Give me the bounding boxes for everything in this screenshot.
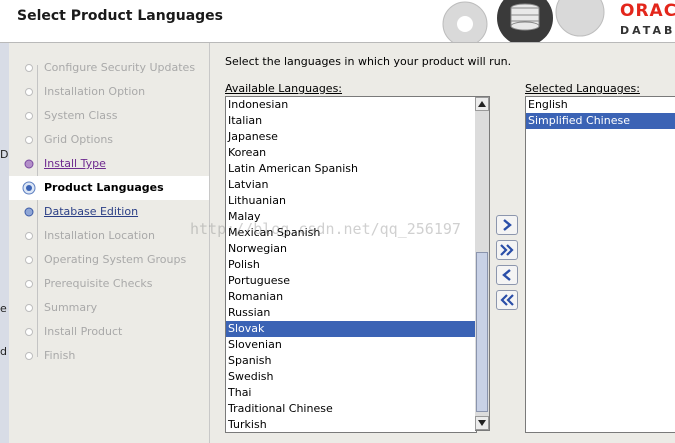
step-label: Installation Option — [44, 85, 146, 98]
step-install-type[interactable]: Install Type — [9, 152, 209, 176]
step-operating-system-groups: Operating System Groups — [9, 248, 209, 272]
edge-char: d — [0, 345, 7, 358]
arrow-down-icon — [478, 420, 486, 426]
background-window-edge: D e d — [0, 43, 9, 443]
step-pending-icon — [25, 88, 33, 96]
step-installation-location: Installation Location — [9, 224, 209, 248]
list-item[interactable]: Italian — [226, 113, 476, 129]
move-all-right-button[interactable] — [496, 240, 518, 260]
list-item[interactable]: Slovak — [226, 321, 476, 337]
step-pending-icon — [25, 328, 33, 336]
step-grid-options: Grid Options — [9, 128, 209, 152]
step-pending-icon — [25, 352, 33, 360]
step-pending-icon — [25, 136, 33, 144]
list-item[interactable]: Swedish — [226, 369, 476, 385]
gears-graphic-icon — [430, 0, 605, 42]
list-item[interactable]: Slovenian — [226, 337, 476, 353]
edge-char: e — [0, 302, 7, 315]
list-item[interactable]: Traditional Chinese — [226, 401, 476, 417]
scrollbar-thumb[interactable] — [476, 252, 488, 412]
move-left-button[interactable] — [496, 265, 518, 285]
list-item[interactable]: Korean — [226, 145, 476, 161]
scroll-up-button[interactable] — [475, 97, 489, 111]
list-item[interactable]: Indonesian — [226, 97, 476, 113]
logo-sub-text: DATAB — [620, 24, 675, 37]
step-install-product: Install Product — [9, 320, 209, 344]
list-item[interactable]: Polish — [226, 257, 476, 273]
available-list-scrollbar[interactable] — [475, 96, 490, 431]
double-chevron-left-icon — [500, 294, 514, 306]
move-all-left-button[interactable] — [496, 290, 518, 310]
step-configure-security-updates: Configure Security Updates — [9, 56, 209, 80]
main-panel: Select the languages in which your produ… — [210, 43, 675, 443]
available-languages-list[interactable]: Indonesian Italian Japanese Korean Latin Ame… — [225, 96, 477, 433]
list-item[interactable]: Norwegian — [226, 241, 476, 257]
step-label: System Class — [44, 109, 118, 122]
arrow-up-icon — [478, 101, 486, 107]
step-label: Grid Options — [44, 133, 114, 146]
list-item[interactable]: Russian — [226, 305, 476, 321]
edge-char: D — [0, 148, 9, 161]
step-database-edition[interactable]: Database Edition — [9, 200, 209, 224]
step-finish: Finish — [9, 344, 209, 368]
step-pending-icon — [25, 304, 33, 312]
step-system-class: System Class — [9, 104, 209, 128]
list-item[interactable]: Spanish — [226, 353, 476, 369]
step-pending-icon — [25, 64, 33, 72]
step-pending-icon — [25, 112, 33, 120]
chevron-left-icon — [502, 269, 511, 281]
step-summary: Summary — [9, 296, 209, 320]
step-navigation: Configure Security Updates Installation O… — [9, 43, 210, 443]
logo-brand-text: ORAC — [620, 1, 675, 21]
step-label: Prerequisite Checks — [44, 277, 153, 290]
list-item[interactable]: Turkish — [226, 417, 476, 432]
chevron-right-icon — [503, 219, 512, 231]
step-label: Install Product — [44, 325, 123, 338]
available-languages-label: Available Languages: — [225, 82, 343, 95]
step-label: Finish — [44, 349, 76, 362]
step-product-languages: Product Languages — [9, 176, 209, 200]
window-title: Select Product Languages — [17, 8, 223, 24]
step-pending-icon — [25, 280, 33, 288]
step-label: Operating System Groups — [44, 253, 187, 266]
list-item[interactable]: Malay — [226, 209, 476, 225]
step-label: Install Type — [44, 157, 106, 170]
list-item[interactable]: English — [526, 97, 675, 113]
step-label: Summary — [44, 301, 98, 314]
step-label: Installation Location — [44, 229, 155, 242]
move-right-button[interactable] — [496, 215, 518, 235]
list-item[interactable]: Lithuanian — [226, 193, 476, 209]
step-label: Database Edition — [44, 205, 139, 218]
step-current-icon — [22, 181, 36, 195]
list-item[interactable]: Portuguese — [226, 273, 476, 289]
list-item[interactable]: Japanese — [226, 129, 476, 145]
list-item[interactable]: Thai — [226, 385, 476, 401]
list-item[interactable]: Latin American Spanish — [226, 161, 476, 177]
list-item[interactable]: Mexican Spanish — [226, 225, 476, 241]
step-pending-icon — [25, 256, 33, 264]
list-item[interactable]: Simplified Chinese — [526, 113, 675, 129]
step-prerequisite-checks: Prerequisite Checks — [9, 272, 209, 296]
step-label: Configure Security Updates — [44, 61, 196, 74]
scroll-down-button[interactable] — [475, 416, 489, 430]
list-item[interactable]: Romanian — [226, 289, 476, 305]
selected-languages-list[interactable]: English Simplified Chinese — [525, 96, 675, 433]
instruction-text: Select the languages in which your produ… — [225, 55, 512, 68]
step-done-icon — [24, 159, 34, 169]
double-chevron-right-icon — [500, 244, 514, 256]
step-pending-icon — [25, 232, 33, 240]
step-installation-option: Installation Option — [9, 80, 209, 104]
list-item[interactable]: Latvian — [226, 177, 476, 193]
selected-languages-label: Selected Languages: — [525, 82, 640, 95]
oracle-logo: ORAC DATAB — [616, 0, 675, 42]
step-label: Product Languages — [44, 181, 164, 194]
header-banner: Select Product Languages ORAC DATAB — [0, 0, 675, 43]
step-link-icon — [24, 207, 34, 217]
